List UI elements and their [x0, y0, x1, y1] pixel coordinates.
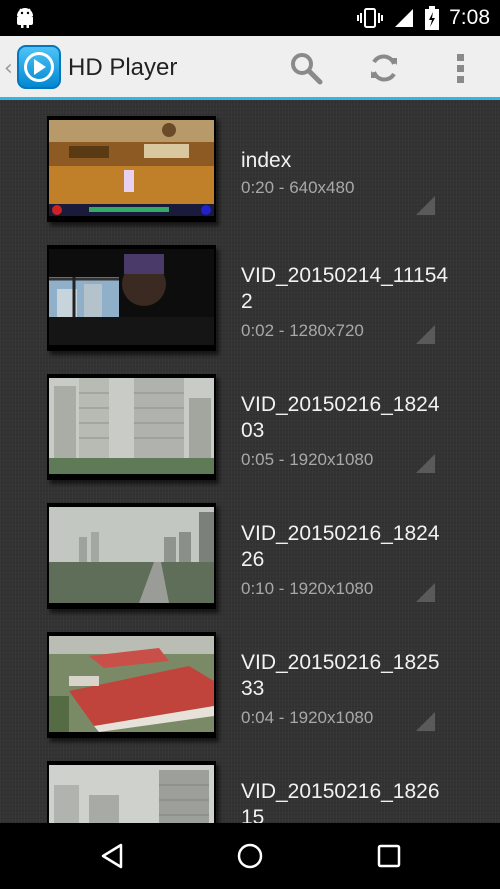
action-bar: ‹ HD Player [0, 36, 500, 100]
app-logo-icon[interactable] [17, 45, 61, 89]
item-corner-indicator [416, 196, 435, 215]
item-corner-indicator [416, 454, 435, 473]
up-chevron-icon[interactable]: ‹ [4, 56, 13, 81]
video-meta: 0:04 - 1920x1080 [241, 708, 374, 727]
video-list[interactable]: index 0:20 - 640x480 VID_20150214_111542… [0, 100, 500, 823]
search-icon[interactable] [288, 50, 324, 86]
video-thumbnail [47, 245, 216, 351]
list-item[interactable]: VID_20150216_182533 0:04 - 1920x1080 [0, 632, 500, 761]
android-icon [17, 8, 33, 28]
video-thumbnail [47, 503, 216, 609]
video-title: VID_20150216_182533 [241, 651, 440, 700]
video-title: index [241, 149, 292, 172]
refresh-icon[interactable] [366, 50, 402, 86]
list-item[interactable]: VID_20150216_182426 0:10 - 1920x1080 [0, 503, 500, 632]
list-item[interactable]: index 0:20 - 640x480 [0, 116, 500, 245]
video-title: VID_20150216_182615 [241, 780, 440, 823]
list-item[interactable]: VID_20150214_111542 0:02 - 1280x720 [0, 245, 500, 374]
video-thumbnail [47, 761, 216, 823]
signal-icon [395, 9, 414, 27]
video-title: VID_20150216_182426 [241, 522, 440, 571]
video-thumbnail [47, 116, 216, 222]
home-icon[interactable] [235, 841, 265, 871]
video-title: VID_20150214_111542 [241, 264, 449, 313]
status-time: 7:08 [449, 6, 490, 29]
status-bar: 7:08 [0, 0, 500, 36]
app-title: HD Player [68, 54, 178, 81]
vibrate-icon [357, 8, 384, 28]
back-icon[interactable] [97, 841, 127, 871]
item-corner-indicator [416, 583, 435, 602]
video-title: VID_20150216_182403 [241, 393, 440, 442]
list-item[interactable]: VID_20150216_182403 0:05 - 1920x1080 [0, 374, 500, 503]
item-corner-indicator [416, 325, 435, 344]
item-corner-indicator [416, 712, 435, 731]
video-meta: 0:02 - 1280x720 [241, 321, 364, 340]
video-meta: 0:05 - 1920x1080 [241, 450, 374, 469]
list-item[interactable]: VID_20150216_182615 [0, 761, 500, 823]
video-meta: 0:20 - 640x480 [241, 178, 355, 197]
video-thumbnail [47, 632, 216, 738]
recents-icon[interactable] [374, 841, 404, 871]
battery-icon [425, 6, 440, 30]
navigation-bar [0, 823, 500, 889]
video-meta: 0:10 - 1920x1080 [241, 579, 374, 598]
overflow-menu-icon[interactable] [443, 50, 479, 86]
video-thumbnail [47, 374, 216, 480]
